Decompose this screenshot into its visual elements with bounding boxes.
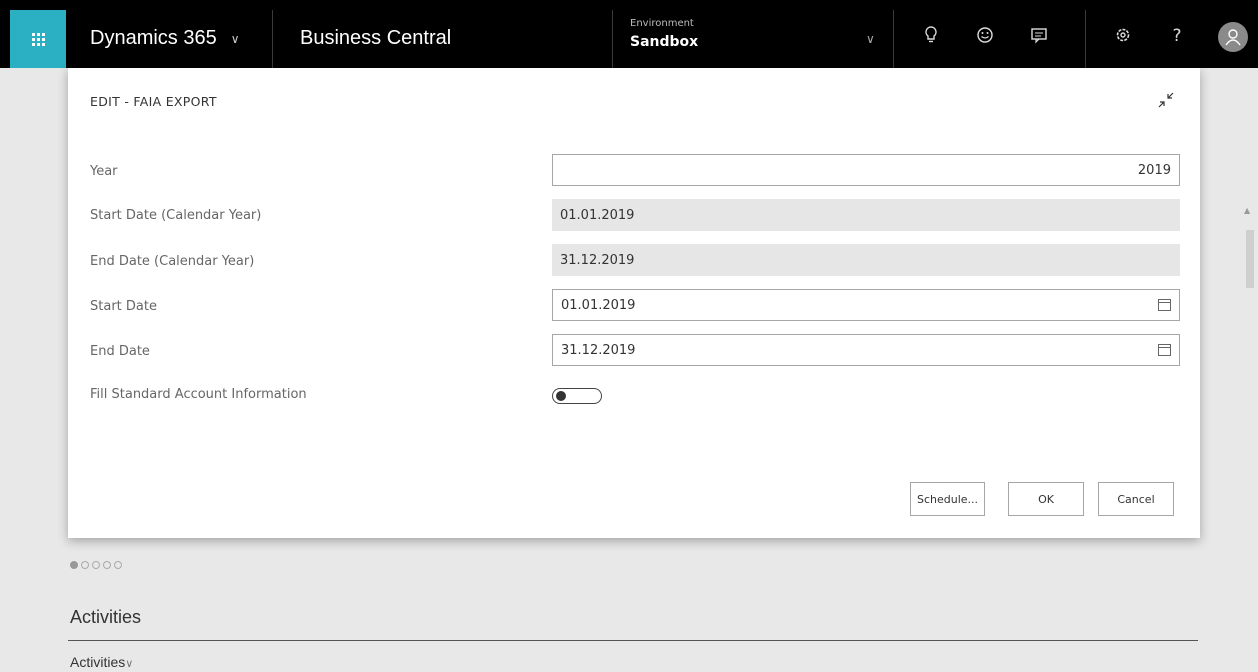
carousel-dot[interactable] [103,561,111,569]
lightbulb-icon[interactable] [919,26,943,49]
section-divider [68,640,1198,641]
year-label: Year [90,164,118,179]
fill-standard-account-toggle[interactable] [552,388,602,404]
start-date-value: 01.01.2019 [561,297,636,313]
year-input[interactable]: 2019 [552,154,1180,186]
brand-menu[interactable]: Dynamics 365 ∨ [90,27,240,50]
scrollbar-thumb[interactable] [1246,230,1254,288]
environment-switcher[interactable]: Environment Sandbox [630,18,698,50]
app-name[interactable]: Business Central [300,27,451,50]
end-date-calendar-year-value: 31.12.2019 [560,252,635,268]
start-date-label: Start Date [90,299,157,314]
chevron-down-icon: ∨ [125,658,134,670]
calendar-icon[interactable] [1158,344,1171,356]
start-date-input[interactable]: 01.01.2019 [552,289,1180,321]
waffle-icon [31,32,45,46]
fill-standard-account-label: Fill Standard Account Information [90,387,307,402]
carousel-dot[interactable] [92,561,100,569]
start-date-calendar-year-label: Start Date (Calendar Year) [90,208,262,223]
end-date-calendar-year-label: End Date (Calendar Year) [90,254,255,269]
chevron-down-icon: ∨ [230,31,240,46]
divider [893,10,894,68]
help-icon[interactable]: ? [1165,26,1189,46]
feedback-icon[interactable] [1027,26,1051,49]
carousel-dot[interactable] [70,561,78,569]
collapse-icon[interactable] [1156,90,1176,110]
edit-dialog: EDIT - FAIA EXPORT Year 2019 Start Date … [68,68,1200,538]
carousel-indicator [70,561,122,569]
toggle-knob [556,391,566,401]
ok-button[interactable]: OK [1008,482,1084,516]
start-date-calendar-year-value: 01.01.2019 [560,207,635,223]
smiley-icon[interactable] [973,26,997,49]
carousel-dot[interactable] [114,561,122,569]
page-scrollbar[interactable]: ▲ [1244,206,1254,672]
end-date-value: 31.12.2019 [561,342,636,358]
schedule-button[interactable]: Schedule... [910,482,985,516]
environment-label: Environment [630,18,694,29]
brand-label: Dynamics 365 [90,27,217,49]
top-bar: Dynamics 365 ∨ Business Central Environm… [0,0,1258,68]
divider [612,10,613,68]
scroll-up-icon[interactable]: ▲ [1244,206,1250,215]
environment-value: Sandbox [630,34,699,50]
settings-icon[interactable] [1111,26,1135,49]
divider [1085,10,1086,68]
carousel-dot[interactable] [81,561,89,569]
start-date-calendar-year-field: 01.01.2019 [552,199,1180,231]
activities-heading: Activities [70,607,142,627]
year-value: 2019 [1137,162,1171,178]
dialog-title: EDIT - FAIA EXPORT [90,94,217,109]
calendar-icon[interactable] [1158,299,1171,311]
cancel-button[interactable]: Cancel [1098,482,1174,516]
activities-group-label: Activities [70,654,126,670]
user-icon[interactable] [1218,22,1248,52]
chevron-down-icon[interactable]: ∨ [866,32,875,46]
end-date-calendar-year-field: 31.12.2019 [552,244,1180,276]
end-date-label: End Date [90,344,150,359]
end-date-input[interactable]: 31.12.2019 [552,334,1180,366]
activities-group-toggle[interactable]: Activities∨ [70,654,133,670]
app-launcher-button[interactable] [10,10,66,68]
divider [272,10,273,68]
